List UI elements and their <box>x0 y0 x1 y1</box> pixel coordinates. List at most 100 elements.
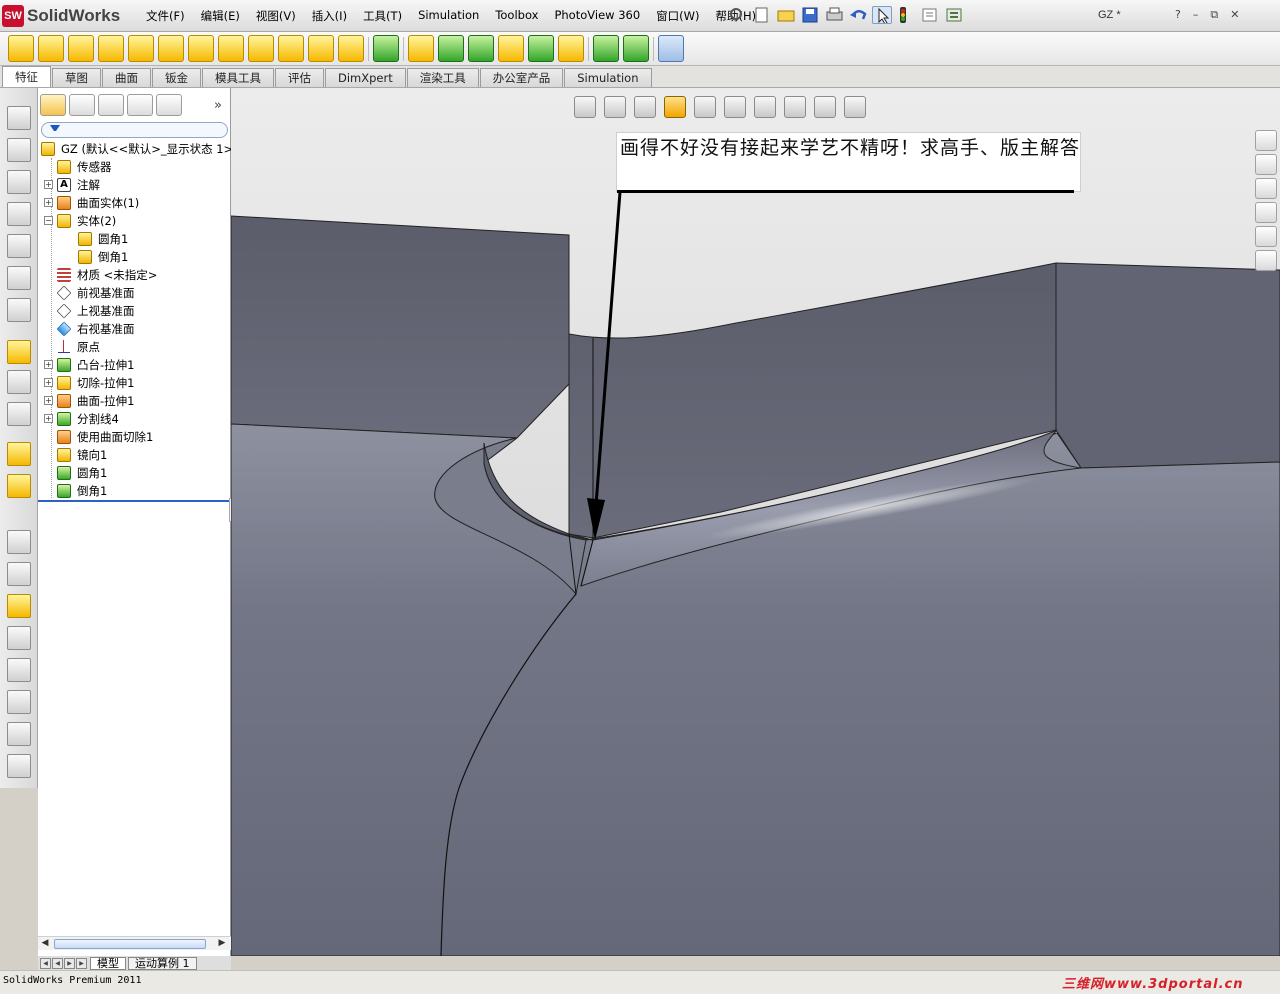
tab-motion-study[interactable]: 运动算例 1 <box>128 956 197 970</box>
rebuild-icon[interactable] <box>896 6 916 24</box>
tree-item-split-line[interactable]: + 分割线4 <box>44 410 119 427</box>
datum-icon[interactable] <box>7 690 31 714</box>
expander[interactable]: + <box>44 180 53 189</box>
help-button[interactable]: ? <box>1175 8 1181 22</box>
isometric-view-icon[interactable] <box>7 298 31 322</box>
swept-boss-icon[interactable] <box>68 35 94 62</box>
display-manager-tab[interactable] <box>156 94 182 116</box>
smart-dimension-icon[interactable] <box>7 370 31 394</box>
tab-dimxpert[interactable]: DimXpert <box>325 68 406 87</box>
apply-scene-icon[interactable] <box>814 96 836 118</box>
tree-item-sensors[interactable]: 传感器 <box>44 158 112 175</box>
last-tab-icon[interactable]: ▶ <box>76 957 87 969</box>
tree-item-solid-bodies[interactable]: − 实体(2) <box>44 212 116 229</box>
tree-root[interactable]: GZ (默认<<默认>_显示状态 1>) <box>41 140 238 157</box>
boss-extrude-icon[interactable] <box>7 442 31 466</box>
balloon-icon[interactable] <box>7 562 31 586</box>
chain-icon[interactable] <box>7 754 31 778</box>
scroll-right-icon[interactable]: ▶ <box>216 938 228 950</box>
tree-item-origin[interactable]: 原点 <box>57 338 100 355</box>
minimize-button[interactable]: – <box>1193 8 1199 22</box>
tab-evaluate[interactable]: 评估 <box>275 68 324 87</box>
view-settings-icon[interactable] <box>844 96 866 118</box>
next-tab-icon[interactable]: ▶ <box>64 957 75 969</box>
menu-insert[interactable]: 插入(I) <box>304 8 355 24</box>
rib-icon[interactable] <box>408 35 434 62</box>
tab-surfaces[interactable]: 曲面 <box>102 68 151 87</box>
tree-item-surface-cut[interactable]: 使用曲面切除1 <box>57 428 153 445</box>
boundary-boss-icon[interactable] <box>128 35 154 62</box>
view-palette-icon[interactable] <box>1255 202 1277 223</box>
extruded-boss-icon[interactable] <box>8 35 34 62</box>
weld-symbol-icon[interactable] <box>7 658 31 682</box>
tree-item-top-plane[interactable]: 上视基准面 <box>56 302 135 319</box>
appearances-icon[interactable] <box>1255 226 1277 247</box>
tree-item-body-chamfer[interactable]: 倒角1 <box>78 248 128 265</box>
tab-office-products[interactable]: 办公室产品 <box>479 68 564 87</box>
expander[interactable]: + <box>44 396 53 405</box>
revolved-boss-icon[interactable] <box>38 35 64 62</box>
sketch-icon[interactable] <box>7 340 31 364</box>
open-file-icon[interactable] <box>7 594 31 618</box>
note-icon[interactable] <box>7 530 31 554</box>
menu-tools[interactable]: 工具(T) <box>355 8 410 24</box>
solidworks-resources-icon[interactable] <box>1255 130 1277 151</box>
fillet-icon[interactable] <box>338 35 364 62</box>
menu-file[interactable]: 文件(F) <box>138 8 193 24</box>
tree-item-front-plane[interactable]: 前视基准面 <box>56 284 135 301</box>
undo-icon[interactable] <box>848 6 868 24</box>
first-tab-icon[interactable]: ◀ <box>40 957 51 969</box>
revolved-cut-icon[interactable] <box>218 35 244 62</box>
menu-simulation[interactable]: Simulation <box>410 8 487 24</box>
graphics-area[interactable]: 画得不好没有接起来学艺不精呀！求高手、版主解答 <box>231 88 1280 956</box>
lofted-cut-icon[interactable] <box>278 35 304 62</box>
feature-manager-tab[interactable] <box>40 94 66 116</box>
expander[interactable]: + <box>44 360 53 369</box>
tab-model[interactable]: 模型 <box>90 956 126 970</box>
front-view-icon[interactable] <box>7 106 31 130</box>
expander[interactable]: + <box>44 378 53 387</box>
dome-icon[interactable] <box>528 35 554 62</box>
menu-photoview[interactable]: PhotoView 360 <box>546 8 648 24</box>
custom-properties-icon[interactable] <box>1255 250 1277 271</box>
menu-toolbox[interactable]: Toolbox <box>487 8 546 24</box>
relations-icon[interactable] <box>7 402 31 426</box>
select-arrow-icon[interactable] <box>872 6 892 24</box>
back-view-icon[interactable] <box>7 138 31 162</box>
dimxpert-manager-tab[interactable] <box>127 94 153 116</box>
tab-render-tools[interactable]: 渲染工具 <box>406 68 479 87</box>
save-icon[interactable] <box>800 6 820 24</box>
mirror-icon[interactable] <box>558 35 584 62</box>
menu-view[interactable]: 视图(V) <box>248 8 304 24</box>
hole-wizard-icon[interactable] <box>188 35 214 62</box>
tab-sketch[interactable]: 草图 <box>52 68 101 87</box>
expander[interactable]: + <box>44 414 53 423</box>
draft-icon[interactable] <box>438 35 464 62</box>
lofted-boss-icon[interactable] <box>98 35 124 62</box>
top-view-icon[interactable] <box>7 234 31 258</box>
configuration-manager-tab[interactable] <box>98 94 124 116</box>
tab-mold-tools[interactable]: 模具工具 <box>202 68 274 87</box>
rollback-bar[interactable] <box>38 500 231 502</box>
expander[interactable]: + <box>44 198 53 207</box>
tree-item-body-fillet[interactable]: 圆角1 <box>78 230 128 247</box>
more-tabs-button[interactable]: » <box>214 98 222 113</box>
linear-pattern-icon[interactable] <box>373 35 399 62</box>
swept-cut-icon[interactable] <box>248 35 274 62</box>
left-view-icon[interactable] <box>7 170 31 194</box>
section-view-icon[interactable] <box>664 96 686 118</box>
scroll-left-icon[interactable]: ◀ <box>39 938 51 950</box>
open-folder-icon[interactable] <box>776 6 796 24</box>
tree-item-surface-bodies[interactable]: + 曲面实体(1) <box>44 194 139 211</box>
prev-tab-icon[interactable]: ◀ <box>52 957 63 969</box>
tree-item-cut-extrude[interactable]: + 切除-拉伸1 <box>44 374 134 391</box>
horizontal-scrollbar[interactable]: ◀ ▶ <box>38 936 231 950</box>
new-document-icon[interactable] <box>752 6 772 24</box>
right-view-icon[interactable] <box>7 202 31 226</box>
file-explorer-icon[interactable] <box>1255 178 1277 199</box>
extruded-cut-icon[interactable] <box>158 35 184 62</box>
tree-item-mirror[interactable]: 镜向1 <box>57 446 107 463</box>
scroll-thumb[interactable] <box>54 939 206 949</box>
tree-item-right-plane[interactable]: 右视基准面 <box>56 320 135 337</box>
curves-icon[interactable] <box>623 35 649 62</box>
